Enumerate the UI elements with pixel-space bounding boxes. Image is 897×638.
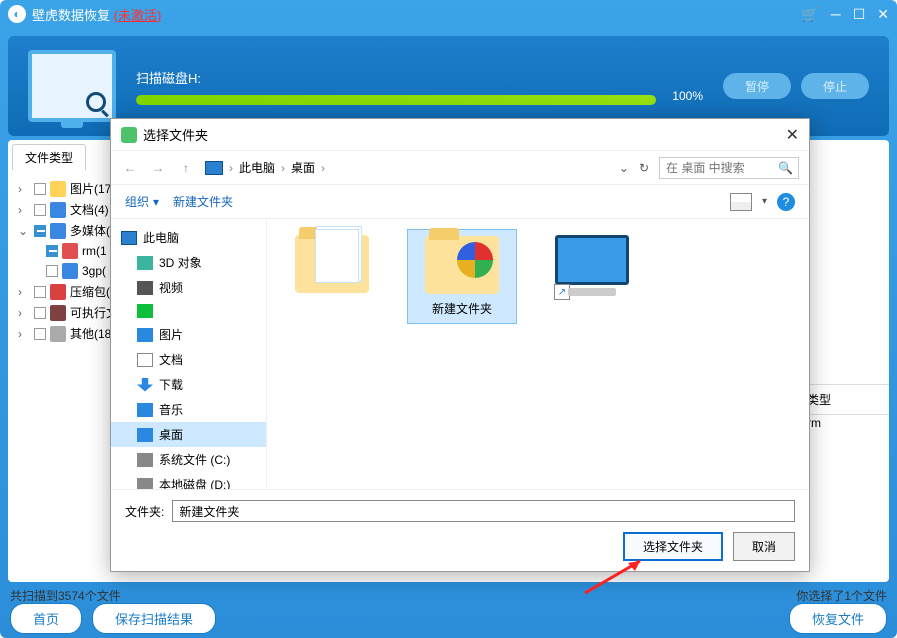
titlebar: ◐ 壁虎数据恢复 (未激活) 🛒 ─ ☐ ✕ <box>0 0 897 28</box>
dialog-sidebar: 此电脑 3D 对象 视频 图片 文档 下载 音乐 桌面 系统文件 (C:) 本地… <box>111 219 267 489</box>
file-item-new-folder[interactable]: 新建文件夹 <box>407 229 517 324</box>
dialog-footer: 文件夹: 选择文件夹 取消 <box>111 489 809 571</box>
close-icon[interactable]: ✕ <box>877 6 889 23</box>
file-item-folder[interactable] <box>277 229 387 305</box>
stop-button[interactable]: 停止 <box>801 73 869 99</box>
main-window: ◐ 壁虎数据恢复 (未激活) 🛒 ─ ☐ ✕ 扫描磁盘H: 100% 暂停 停止… <box>0 0 897 638</box>
nav-forward-icon[interactable]: → <box>149 161 167 175</box>
view-mode-icon[interactable] <box>730 193 752 211</box>
tab-file-type[interactable]: 文件类型 <box>12 144 86 170</box>
new-folder-button[interactable]: 新建文件夹 <box>173 193 233 210</box>
refresh-icon[interactable]: ↻ <box>639 161 649 175</box>
pause-button[interactable]: 暂停 <box>723 73 791 99</box>
breadcrumb[interactable]: › 此电脑 › 桌面 › <box>205 159 609 176</box>
folder-icon <box>425 236 499 294</box>
sidebar-item-downloads[interactable]: 下载 <box>111 372 266 397</box>
recover-button[interactable]: 恢复文件 <box>789 603 887 634</box>
minimize-icon[interactable]: ─ <box>831 6 841 23</box>
folder-icon <box>295 235 369 293</box>
scan-disk-label: 扫描磁盘H: <box>136 68 703 87</box>
cart-icon[interactable]: 🛒 <box>801 6 818 23</box>
dialog-toolbar: 组织 ▾ 新建文件夹 ▾ ? <box>111 185 809 219</box>
home-button[interactable]: 首页 <box>10 603 82 634</box>
column-type-header[interactable]: 类型 <box>799 384 889 415</box>
sidebar-item-videos[interactable]: 视频 <box>111 275 266 300</box>
dialog-title: 选择文件夹 <box>143 125 208 144</box>
status-selected: 你选择了1个文件 <box>796 587 887 604</box>
maximize-icon[interactable]: ☐ <box>853 6 866 23</box>
dialog-nav: ← → ↑ › 此电脑 › 桌面 › ⌄ ↻ 🔍 <box>111 151 809 185</box>
help-icon[interactable]: ? <box>777 193 795 211</box>
cancel-button[interactable]: 取消 <box>733 532 795 561</box>
dialog-file-pane: 新建文件夹 ↗ <box>267 219 809 489</box>
monitor-icon: ↗ <box>555 235 629 285</box>
sidebar-item-pictures[interactable]: 图片 <box>111 322 266 347</box>
app-logo-icon: ◐ <box>8 5 26 23</box>
row-type-value: rm <box>799 412 889 434</box>
app-title: 壁虎数据恢复 (未激活) <box>32 5 801 24</box>
sidebar-item-3d-objects[interactable]: 3D 对象 <box>111 250 266 275</box>
chevron-down-icon: ▾ <box>153 195 159 209</box>
organize-button[interactable]: 组织 ▾ <box>125 193 159 210</box>
window-controls: 🛒 ─ ☐ ✕ <box>801 6 889 23</box>
search-icon[interactable]: 🔍 <box>778 161 793 175</box>
dialog-titlebar: 选择文件夹 ✕ <box>111 119 809 151</box>
folder-name-label: 文件夹: <box>125 503 164 520</box>
sidebar-item-desktop[interactable]: 桌面 <box>111 422 266 447</box>
status-bar: 共扫描到3574个文件 你选择了1个文件 <box>10 587 887 604</box>
chevron-down-icon[interactable]: ▾ <box>762 196 767 207</box>
breadcrumb-dropdown-icon[interactable]: ⌄ <box>619 161 629 175</box>
sidebar-item-iqiyi[interactable] <box>111 300 266 322</box>
nav-up-icon[interactable]: ↑ <box>177 161 195 175</box>
nav-back-icon[interactable]: ← <box>121 161 139 175</box>
footer-buttons: 首页 保存扫描结果 恢复文件 <box>10 603 887 634</box>
sidebar-item-drive-c[interactable]: 系统文件 (C:) <box>111 447 266 472</box>
scan-percent: 100% <box>672 89 703 103</box>
sidebar-item-this-pc[interactable]: 此电脑 <box>111 225 266 250</box>
dialog-close-icon[interactable]: ✕ <box>786 125 799 145</box>
pc-icon <box>205 161 223 175</box>
sidebar-item-drive-d[interactable]: 本地磁盘 (D:) <box>111 472 266 489</box>
status-scanned: 共扫描到3574个文件 <box>10 587 121 604</box>
not-activated-link[interactable]: (未激活) <box>114 8 162 23</box>
file-item-shortcut[interactable]: ↗ <box>537 229 647 297</box>
monitor-scan-icon <box>28 50 116 122</box>
sidebar-item-music[interactable]: 音乐 <box>111 397 266 422</box>
sidebar-item-documents[interactable]: 文档 <box>111 347 266 372</box>
save-scan-button[interactable]: 保存扫描结果 <box>92 603 216 634</box>
folder-picker-dialog: 选择文件夹 ✕ ← → ↑ › 此电脑 › 桌面 › ⌄ ↻ 🔍 组织 ▾ <box>110 118 810 572</box>
folder-name-input[interactable] <box>172 500 795 522</box>
select-folder-button[interactable]: 选择文件夹 <box>623 532 723 561</box>
dialog-icon <box>121 127 137 143</box>
scan-progress-bar <box>136 95 656 105</box>
